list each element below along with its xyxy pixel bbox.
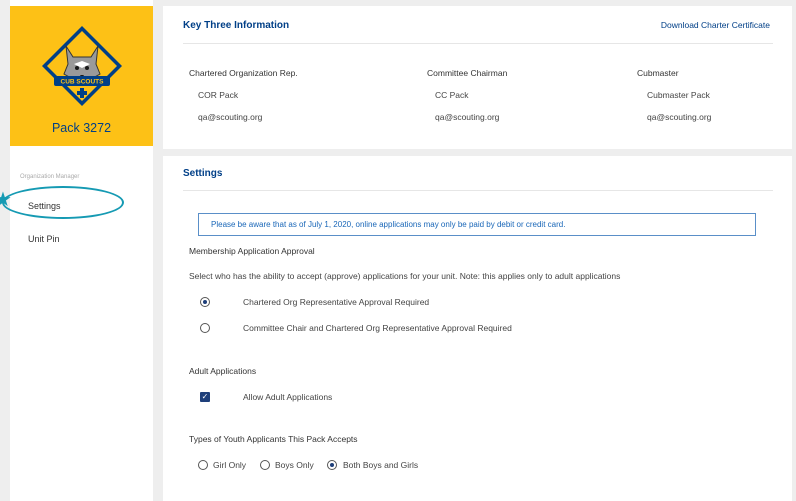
star-icon: ★ xyxy=(0,189,12,211)
highlight-ring xyxy=(2,186,124,219)
radio-both-boys-girls[interactable] xyxy=(327,460,337,470)
pack-name: Pack 3272 xyxy=(51,121,112,135)
settings-title: Settings xyxy=(183,168,223,179)
pack-brand-panel: CUB SCOUTS Pack 3272 xyxy=(10,6,153,146)
cub-scouts-logo: CUB SCOUTS xyxy=(42,26,122,106)
logo-text: CUB SCOUTS xyxy=(61,79,105,86)
email-cor: qa@scouting.org xyxy=(198,112,263,122)
divider xyxy=(183,43,773,44)
divider xyxy=(183,190,773,191)
payment-notice: Please be aware that as of July 1, 2020,… xyxy=(198,213,756,236)
role-cubmaster: Cubmaster xyxy=(637,68,679,78)
settings-panel: Settings Please be aware that as of July… xyxy=(163,156,792,501)
sidebar: CUB SCOUTS Pack 3272 Organization Manage… xyxy=(10,0,153,501)
option-committee-cor-approval[interactable]: Committee Chair and Chartered Org Repres… xyxy=(243,323,512,333)
adult-applications-heading: Adult Applications xyxy=(189,366,257,376)
membership-heading: Membership Application Approval xyxy=(189,246,315,256)
role-cor: Chartered Organization Rep. xyxy=(189,68,298,78)
sidebar-item-unit-pin[interactable]: Unit Pin xyxy=(28,234,60,244)
name-cor: COR Pack xyxy=(198,90,239,100)
allow-adult-checkbox[interactable]: ✓ xyxy=(200,392,210,402)
name-committee-chairman: CC Pack xyxy=(435,90,469,100)
youth-types-heading: Types of Youth Applicants This Pack Acce… xyxy=(189,434,358,444)
membership-description: Select who has the ability to accept (ap… xyxy=(189,271,621,281)
radio-boys-only[interactable] xyxy=(260,460,270,470)
option-girl-only[interactable]: Girl Only xyxy=(213,460,246,470)
email-committee-chairman: qa@scouting.org xyxy=(435,112,500,122)
option-both-boys-girls[interactable]: Both Boys and Girls xyxy=(343,460,418,470)
key-three-title: Key Three Information xyxy=(183,20,290,31)
radio-committee-cor-approval[interactable] xyxy=(200,323,210,333)
download-charter-link[interactable]: Download Charter Certificate xyxy=(661,20,770,30)
sidebar-section-label: Organization Manager xyxy=(20,174,80,180)
email-cubmaster: qa@scouting.org xyxy=(647,112,712,122)
option-boys-only[interactable]: Boys Only xyxy=(275,460,314,470)
radio-cor-approval[interactable] xyxy=(200,297,210,307)
allow-adult-label[interactable]: Allow Adult Applications xyxy=(243,392,332,402)
option-cor-approval[interactable]: Chartered Org Representative Approval Re… xyxy=(243,297,429,307)
name-cubmaster: Cubmaster Pack xyxy=(647,90,710,100)
radio-girl-only[interactable] xyxy=(198,460,208,470)
role-committee-chairman: Committee Chairman xyxy=(427,68,508,78)
key-three-panel: Key Three Information Download Charter C… xyxy=(163,6,792,149)
